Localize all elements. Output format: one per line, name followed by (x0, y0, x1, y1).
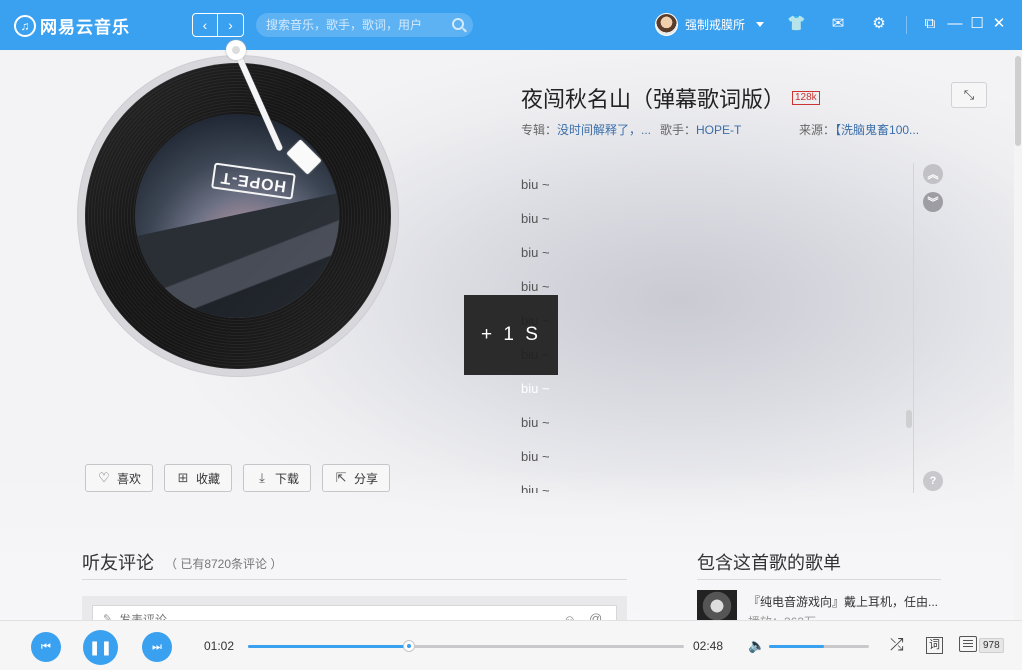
song-title: 夜闯秋名山（弹幕歌词版） (521, 87, 786, 112)
share-icon: ⇱ (335, 470, 347, 485)
divider (697, 579, 941, 580)
forward-button[interactable]: › (218, 13, 244, 37)
lyrics-scroll-thumb[interactable] (906, 410, 912, 428)
lyrics-scroll-track[interactable] (913, 163, 914, 493)
artist-link[interactable]: HOPE-T (696, 123, 741, 137)
add-folder-icon: ⊞ (177, 470, 189, 485)
player-bar: ⏮ ❚❚ ⏭ 01:02 02:48 🔈 ⤮ 词 978 (0, 620, 1022, 670)
lyric-line: biu ~ (521, 279, 550, 294)
app-logo[interactable]: ♫ 网易云音乐 (14, 13, 130, 38)
close-icon[interactable]: ✕ (990, 15, 1008, 33)
pause-icon[interactable]: ❚❚ (83, 630, 118, 665)
progress-bar[interactable] (248, 640, 684, 652)
playlist-icon[interactable] (959, 636, 977, 652)
lyric-line-active: biu ~ (521, 381, 550, 396)
lyric-line: biu ~ (521, 211, 550, 226)
lyric-line: biu ~ (521, 299, 901, 333)
mail-icon[interactable]: ✉ (829, 15, 847, 33)
download-label: 下载 (275, 471, 300, 486)
collect-button[interactable]: ⊞ 收藏 (164, 464, 233, 492)
chevron-down-icon[interactable] (756, 22, 765, 27)
mini-mode-icon[interactable]: ⧉ (921, 15, 939, 33)
top-bar: ♫ 网易云音乐 ‹ › 强制戒膜所 👕 ✉ ⚙ ⧉ — ☐ ✕ (0, 0, 1022, 50)
quality-badge: 128k (792, 91, 820, 105)
total-time: 02:48 (693, 639, 724, 653)
lyrics-panel[interactable]: biu ~ biu ~ biu ~ biu ~ biu ~ biu ~ biu … (521, 163, 901, 493)
download-button[interactable]: ⤓ 下载 (243, 464, 312, 492)
record-shine (85, 63, 391, 369)
share-label: 分享 (354, 471, 379, 486)
search-icon[interactable] (452, 18, 464, 30)
playlist-count-badge[interactable]: 978 (979, 638, 1004, 653)
minimize-icon[interactable]: — (946, 15, 964, 33)
back-button[interactable]: ‹ (192, 13, 218, 37)
progress-knob[interactable] (402, 640, 415, 652)
playlist-name[interactable]: 『纯电音游戏向』戴上耳机，任由... (748, 593, 940, 610)
app-logo-text: 网易云音乐 (40, 18, 130, 37)
collapse-button[interactable]: ⤡ (951, 82, 987, 108)
volume-slider[interactable] (769, 645, 869, 648)
divider (82, 579, 627, 580)
lyric-line: biu ~ (521, 449, 550, 464)
like-label: 喜欢 (117, 471, 142, 486)
tshirt-skin-icon[interactable]: 👕 (787, 15, 806, 33)
user-menu[interactable]: 强制戒膜所 (655, 13, 765, 36)
lyric-toggle-button[interactable]: 词 (926, 637, 943, 654)
search-input[interactable] (266, 13, 446, 37)
album-label: 专辑： (521, 123, 558, 137)
album-meta: 专辑：没时间解释了，... (521, 121, 655, 138)
current-time: 01:02 (204, 639, 235, 653)
comments-title: 听友评论 (82, 553, 154, 573)
lyric-line: biu ~ (521, 415, 550, 430)
volume-icon[interactable]: 🔈 (748, 637, 765, 654)
like-button[interactable]: ♡ 喜欢 (85, 464, 154, 492)
progress-fill (248, 645, 409, 648)
artist-meta: 歌手：HOPE-T (660, 121, 741, 138)
lyric-line: biu ~ (521, 483, 550, 493)
next-track-icon[interactable]: ⏭ (142, 632, 172, 662)
share-button[interactable]: ⇱ 分享 (322, 464, 391, 492)
tonearm-pivot (226, 40, 246, 60)
shuffle-icon[interactable]: ⤮ (890, 635, 904, 655)
song-actions: ♡ 喜欢 ⊞ 收藏 ⤓ 下载 ⇱ 分享 (85, 464, 391, 492)
lyric-line: biu ~ (521, 177, 550, 192)
plus-one-second-overlay: + 1 S (464, 295, 558, 375)
heart-icon: ♡ (98, 470, 110, 485)
history-nav: ‹ › (192, 13, 244, 37)
comments-count: （ 已有8720条评论 ） (165, 557, 283, 571)
page-scrollbar-thumb[interactable] (1015, 56, 1021, 146)
maximize-icon[interactable]: ☐ (968, 15, 986, 33)
source-label: 来源： (799, 123, 836, 137)
gear-icon[interactable]: ⚙ (870, 15, 888, 33)
artist-label: 歌手： (660, 123, 697, 137)
lyric-line: biu ~ (521, 245, 550, 260)
album-link[interactable]: 没时间解释了，... (557, 123, 651, 137)
download-icon: ⤓ (259, 470, 265, 485)
lyric-line: biu ~ (521, 333, 901, 367)
search-bar (256, 13, 473, 37)
volume-fill (769, 645, 824, 648)
previous-track-icon[interactable]: ⏮ (31, 632, 61, 662)
username[interactable]: 强制戒膜所 (685, 16, 745, 33)
playlists-title: 包含这首歌的歌单 (697, 553, 841, 573)
collapse-icon: ⤡ (963, 87, 975, 102)
source-meta: 来源：【洗脑鬼畜100... (799, 121, 931, 138)
divider (906, 16, 907, 34)
netease-logo-icon: ♫ (14, 14, 36, 37)
source-link[interactable]: 【洗脑鬼畜100... (835, 123, 919, 137)
help-icon[interactable]: ? (923, 471, 943, 491)
lyrics-down-icon[interactable]: ︾ (923, 192, 943, 212)
avatar[interactable] (655, 13, 678, 36)
collect-label: 收藏 (196, 471, 221, 486)
lyrics-up-icon[interactable]: ︽ (923, 164, 943, 184)
